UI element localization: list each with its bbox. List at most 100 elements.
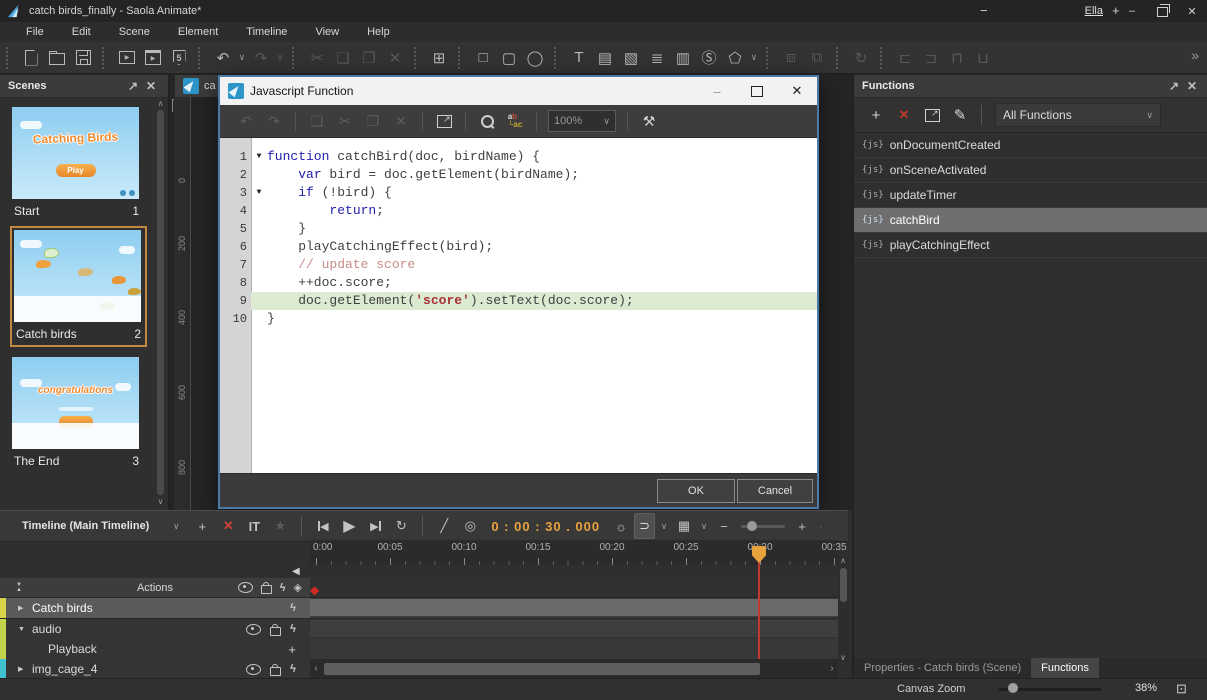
ellipse-tool-button[interactable]: ◯ <box>522 45 548 71</box>
function-item-onDocumentCreated[interactable]: {js} onDocumentCreated <box>854 133 1207 158</box>
tab-properties[interactable]: Properties - Catch birds (Scene) <box>854 658 1031 678</box>
preview-scene-button[interactable]: ▶ <box>140 45 166 71</box>
text-tool-button[interactable]: T <box>566 45 592 71</box>
toolbar-overflow-button[interactable]: » <box>1191 47 1199 63</box>
scroll-right-icon[interactable]: › <box>826 663 838 674</box>
timeline-zoom-in-button[interactable]: + <box>789 514 815 538</box>
grid-menu-chevron[interactable]: ∨ <box>697 514 711 538</box>
function-item-updateTimer[interactable]: {js} updateTimer <box>854 183 1207 208</box>
dialog-maximize-button[interactable] <box>737 77 777 105</box>
function-item-catchBird[interactable]: {js} catchBird <box>854 208 1207 233</box>
menu-help[interactable]: Help <box>353 26 404 38</box>
menu-view[interactable]: View <box>301 26 353 38</box>
collapse-arrow-icon[interactable]: ▼ <box>18 626 28 633</box>
undo-menu-button[interactable]: ∨ <box>236 45 248 71</box>
auto-keyframe-range-button[interactable]: ◎ <box>457 514 483 538</box>
functions-popout-icon[interactable]: ↗ <box>1165 79 1183 93</box>
expand-arrow-icon[interactable]: ▶ <box>18 604 28 612</box>
toggle-all-animation-icon[interactable]: ϟ <box>280 582 286 594</box>
rounded-rectangle-tool-button[interactable]: ▢ <box>496 45 522 71</box>
scroll-up-icon[interactable]: ∧ <box>840 556 846 565</box>
visibility-icon[interactable] <box>246 623 262 635</box>
scenes-close-icon[interactable]: ✕ <box>142 79 160 93</box>
add-timeline-button[interactable]: + <box>189 514 215 538</box>
dialog-close-button[interactable]: ✕ <box>777 77 817 105</box>
highlight-button[interactable]: ☼ <box>608 514 634 538</box>
snapping-toggle[interactable]: ⊃ <box>634 513 656 539</box>
dialog-minimize-button[interactable]: – <box>697 77 737 105</box>
timeline-zoom-out-button[interactable]: − <box>711 514 737 538</box>
minimize-button[interactable]: – <box>1117 0 1147 22</box>
menu-timeline[interactable]: Timeline <box>232 26 301 38</box>
animation-icon[interactable]: ϟ <box>290 602 296 614</box>
scene-card-start[interactable]: Catching Birds Play Start 1 <box>10 105 143 222</box>
open-project-button[interactable] <box>44 45 70 71</box>
shape-menu-button[interactable]: ∨ <box>748 45 760 71</box>
fit-to-window-button[interactable]: ⊡ <box>1176 681 1187 697</box>
menu-element[interactable]: Element <box>164 26 232 38</box>
find-button[interactable] <box>473 108 501 134</box>
function-item-playCatchingEffect[interactable]: {js} playCatchingEffect <box>854 233 1207 258</box>
delete-function-button[interactable]: ✕ <box>890 102 918 128</box>
lock-icon[interactable] <box>270 623 282 636</box>
function-item-onSceneActivated[interactable]: {js} onSceneActivated <box>854 158 1207 183</box>
scroll-up-icon[interactable]: ∧ <box>158 99 164 108</box>
timeline-zoom-slider[interactable] <box>741 520 786 531</box>
restore-button[interactable] <box>1147 0 1177 22</box>
freeform-shape-button[interactable]: ⬠ <box>722 45 748 71</box>
undo-button[interactable]: ↶ <box>210 45 236 71</box>
collapse-marker-icon[interactable]: ◀ <box>292 566 300 577</box>
new-project-button[interactable] <box>18 45 44 71</box>
tab-functions[interactable]: Functions <box>1031 658 1099 678</box>
scrollbar-thumb[interactable] <box>157 110 164 495</box>
timeline-horizontal-scrollbar[interactable]: ‹ › <box>310 659 838 678</box>
keyframe-column-icon[interactable]: ◈ <box>294 581 302 594</box>
scrollbar-thumb[interactable] <box>324 662 760 675</box>
editor-settings-button[interactable]: ⚒ <box>635 108 663 134</box>
menu-edit[interactable]: Edit <box>58 26 105 38</box>
animation-icon[interactable]: ϟ <box>290 623 296 635</box>
save-project-button[interactable] <box>70 45 96 71</box>
track-row-playback[interactable]: Playback + <box>0 639 310 660</box>
loop-playback-button[interactable]: ↻ <box>388 514 414 538</box>
visibility-icon[interactable] <box>246 663 262 675</box>
document-tab[interactable]: ca <box>175 75 224 97</box>
menu-file[interactable]: File <box>12 26 58 38</box>
scene-card-the-end[interactable]: congratulations The End 3 <box>10 355 143 472</box>
timeline-grid-button[interactable]: ▦ <box>671 514 697 538</box>
menu-scene[interactable]: Scene <box>105 26 164 38</box>
go-to-start-button[interactable]: ◀ <box>310 514 336 538</box>
dialog-title-bar[interactable]: Javascript Function – ✕ <box>220 77 817 105</box>
scenes-scrollbar[interactable]: ∧ ∨ <box>155 99 166 506</box>
toggle-all-lock-icon[interactable] <box>260 582 272 594</box>
effect-button[interactable]: ≣ <box>644 45 670 71</box>
canvas-zoom-thumb[interactable] <box>1008 683 1018 693</box>
timeline-vertical-scrollbar[interactable]: ∧ ∨ <box>838 556 848 662</box>
symbol-button[interactable]: Ⓢ <box>696 45 722 71</box>
code-editor[interactable]: 1 ▼ function catchBird(doc, birdName) {2 v… <box>220 138 817 474</box>
timeline-select-chevron[interactable]: ∨ <box>163 514 189 538</box>
fold-arrow-icon[interactable]: ▼ <box>251 148 267 166</box>
user-account-link[interactable]: Ella <box>1085 5 1103 17</box>
track-row-catch-birds[interactable]: ▶ Catch birds ϟ <box>0 598 310 619</box>
track-row-img-cage-4[interactable]: ▶ img_cage_4 ϟ <box>0 659 310 680</box>
go-to-end-button[interactable]: ▶ <box>362 514 388 538</box>
canvas-zoom-in-button[interactable]: + <box>1112 3 1120 18</box>
function-filter-select[interactable]: All Functions ∨ <box>995 103 1161 127</box>
scene-card-catch-birds[interactable]: Catch birds 2 <box>10 226 147 347</box>
edit-function-button[interactable]: ✎ <box>946 102 974 128</box>
ok-button[interactable]: OK <box>657 479 735 503</box>
canvas-zoom-out-button[interactable]: − <box>980 3 988 18</box>
insert-symbol-button[interactable]: ⊞ <box>426 45 452 71</box>
open-function-external-button[interactable]: ↗ <box>918 102 946 128</box>
trigger-keyframe-icon[interactable]: ◆ <box>310 583 319 597</box>
toggle-all-visibility-icon[interactable] <box>237 582 253 593</box>
lock-icon[interactable] <box>270 663 282 676</box>
cancel-button[interactable]: Cancel <box>737 479 813 503</box>
add-function-button[interactable]: + <box>862 102 890 128</box>
code-zoom-select[interactable]: 100% ∨ <box>548 110 616 132</box>
fold-arrow-icon[interactable]: ▼ <box>251 184 267 202</box>
insert-time-button[interactable]: IT <box>241 514 267 538</box>
snapping-menu-chevron[interactable]: ∨ <box>657 514 671 538</box>
auto-keyframe-button[interactable]: ╱ <box>431 514 457 538</box>
